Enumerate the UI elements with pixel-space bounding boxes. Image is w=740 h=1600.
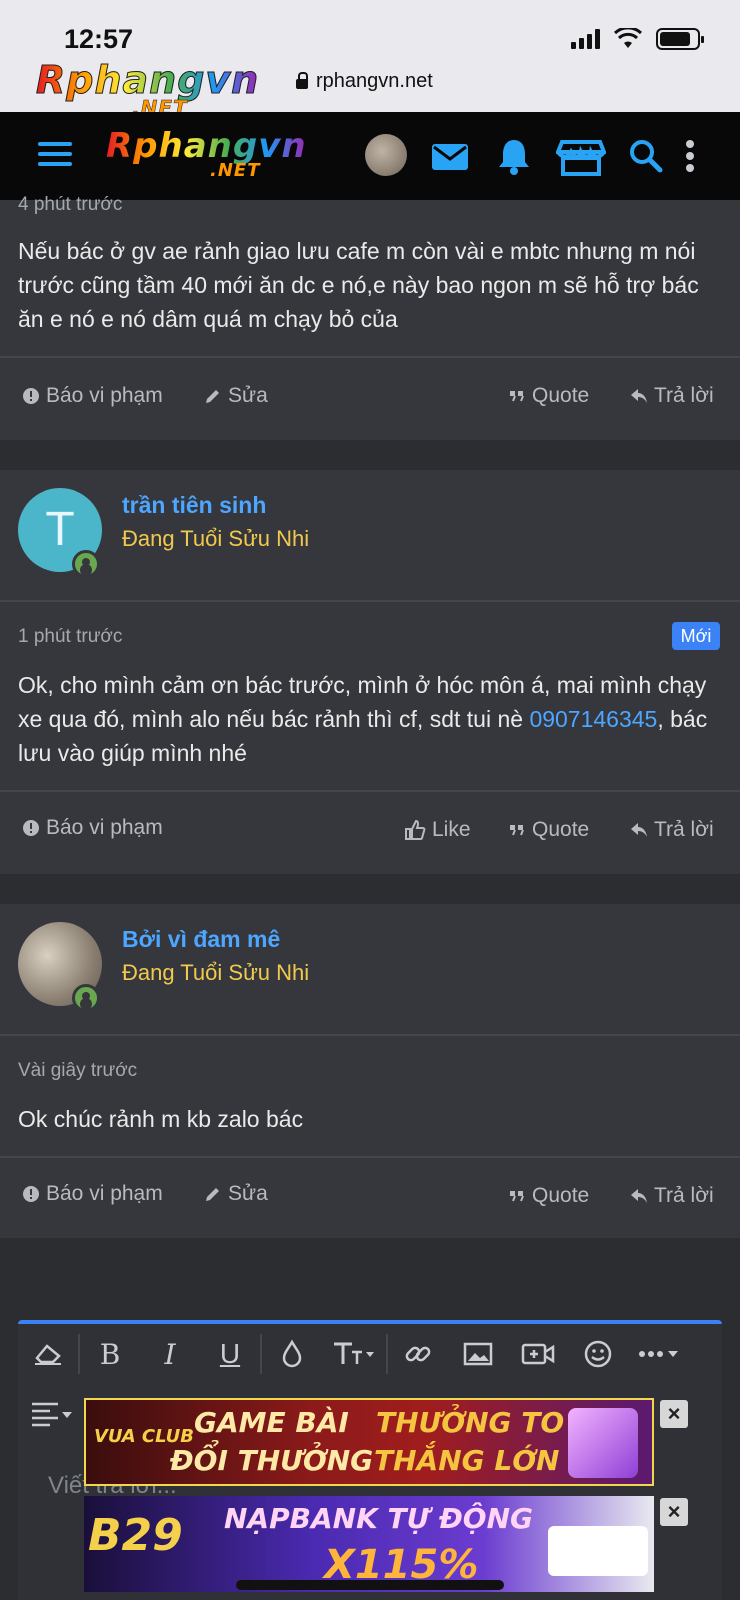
username[interactable]: Bởi vì đam mê (122, 926, 280, 953)
post-header: T trần tiên sinh Đang Tuổi Sửu Nhi (0, 470, 740, 602)
phone-link[interactable]: 0907146345 (529, 706, 657, 732)
user-title: Đang Tuổi Sửu Nhi (122, 960, 310, 985)
image-icon[interactable] (448, 1324, 508, 1384)
signal-icon (571, 29, 600, 49)
alert-icon (23, 820, 39, 836)
post-header: Bởi vì đam mê Đang Tuổi Sửu Nhi (0, 904, 740, 1036)
header-logo[interactable]: Rphangvn .NET (106, 126, 307, 181)
url-text: rphangvn.net (316, 70, 433, 92)
italic-button[interactable]: I (140, 1324, 200, 1384)
link-icon[interactable] (388, 1324, 448, 1384)
user-title: Đang Tuổi Sửu Nhi (122, 526, 310, 551)
search-icon[interactable] (624, 134, 668, 178)
edit-button[interactable]: Sửa (204, 384, 268, 408)
ad-close-button[interactable]: × (660, 1498, 688, 1526)
ad-brand: B29 (88, 1510, 183, 1561)
wifi-icon (614, 28, 642, 48)
status-icons (571, 28, 704, 50)
report-button[interactable]: Báo vi phạm (22, 384, 163, 408)
ad-line: ĐỔI THƯỞNG (170, 1444, 374, 1477)
pencil-icon (206, 1188, 219, 1201)
menu-icon[interactable] (38, 142, 72, 172)
post-text: Ok chúc rảnh m kb zalo bác (18, 1106, 304, 1132)
quote-icon (510, 825, 524, 836)
store-icon[interactable] (556, 134, 606, 178)
post-separator (0, 874, 740, 904)
post-time: 1 phút trước (18, 626, 123, 647)
ad-line: THƯỞNG TO (376, 1406, 565, 1439)
site-logo-overlay: Rphangvn .NET (35, 58, 260, 121)
new-badge: Mới (672, 622, 720, 650)
quote-button[interactable]: Quote (508, 384, 589, 408)
reply-button[interactable]: Trả lời (630, 1184, 714, 1208)
ad-line: NẠPBANK TỰ ĐỘNG (224, 1502, 533, 1535)
report-button[interactable]: Báo vi phạm (22, 816, 163, 840)
report-button[interactable]: Báo vi phạm (22, 1182, 163, 1206)
align-icon[interactable] (30, 1400, 74, 1428)
gift-box-image (568, 1408, 638, 1478)
url-display[interactable]: rphangvn.net (296, 70, 433, 93)
bold-button[interactable]: B (80, 1324, 140, 1384)
status-bar: 12:57 (0, 0, 740, 60)
avatar[interactable] (365, 134, 407, 176)
more-icon[interactable] (628, 1324, 692, 1384)
reply-icon (631, 389, 647, 403)
post-text: Ok, cho mình cảm ơn bác trước, mình ở hó… (18, 672, 708, 766)
more-vertical-icon[interactable] (680, 134, 700, 178)
quote-button[interactable]: Quote (508, 818, 589, 842)
eraser-icon[interactable] (18, 1324, 78, 1384)
reply-icon (631, 823, 647, 837)
online-status-icon (72, 550, 100, 578)
reply-icon (631, 1189, 647, 1203)
video-icon[interactable] (508, 1324, 568, 1384)
quote-button[interactable]: Quote (508, 1184, 589, 1208)
post-actions: Báo vi phạm Sửa Quote Trả lời (0, 1156, 740, 1238)
home-indicator (236, 1580, 504, 1590)
reply-button[interactable]: Trả lời (630, 818, 714, 842)
site-header: Rphangvn .NET (0, 112, 740, 200)
post-previous: 4 phút trước Nếu bác ở gv ae rảnh giao l… (0, 194, 740, 440)
bell-icon[interactable] (492, 134, 536, 178)
mail-icon[interactable] (428, 134, 472, 178)
post-separator (0, 440, 740, 470)
ad-banner-b29[interactable]: B29 NẠPBANK TỰ ĐỘNG X115% (84, 1496, 654, 1592)
post-boi-vi-dam-me: Bởi vì đam mê Đang Tuổi Sửu Nhi Vài giây… (0, 904, 740, 1238)
edit-button[interactable]: Sửa (204, 1182, 268, 1206)
emoji-icon[interactable] (568, 1324, 628, 1384)
bank-logos-image (548, 1526, 648, 1576)
battery-icon (656, 28, 704, 50)
post-time: Vài giây trước (18, 1060, 138, 1081)
post-actions: Báo vi phạm Sửa Quote Trả lời (0, 356, 740, 438)
quote-icon (510, 391, 524, 402)
lock-icon (296, 71, 308, 89)
thumbs-up-icon (405, 819, 426, 840)
status-time: 12:57 (64, 24, 134, 54)
ad-close-button[interactable]: × (660, 1400, 688, 1428)
text-size-icon[interactable] (322, 1324, 386, 1384)
quote-icon (510, 1191, 524, 1202)
post-tran-tien-sinh: T trần tiên sinh Đang Tuổi Sửu Nhi 1 phú… (0, 470, 740, 874)
reply-button[interactable]: Trả lời (630, 384, 714, 408)
editor-toolbar: B I U (18, 1324, 722, 1384)
alert-icon (23, 388, 39, 404)
alert-icon (23, 1186, 39, 1202)
ad-line: THẮNG LỚN (374, 1444, 560, 1477)
username[interactable]: trần tiên sinh (122, 492, 266, 519)
post-text: Nếu bác ở gv ae rảnh giao lưu cafe m còn… (18, 238, 699, 332)
online-status-icon (72, 984, 100, 1012)
drop-icon[interactable] (262, 1324, 322, 1384)
like-button[interactable]: Like (404, 818, 471, 842)
underline-button[interactable]: U (200, 1324, 260, 1384)
ad-line: GAME BÀI (194, 1406, 349, 1439)
post-time: 4 phút trước (18, 194, 123, 215)
post-actions: Báo vi phạm Like Quote Trả lời (0, 790, 740, 872)
ad-banner-vua-club[interactable]: VUA CLUB GAME BÀI ĐỔI THƯỞNG THƯỞNG TO T… (84, 1398, 654, 1486)
pencil-icon (206, 390, 219, 403)
